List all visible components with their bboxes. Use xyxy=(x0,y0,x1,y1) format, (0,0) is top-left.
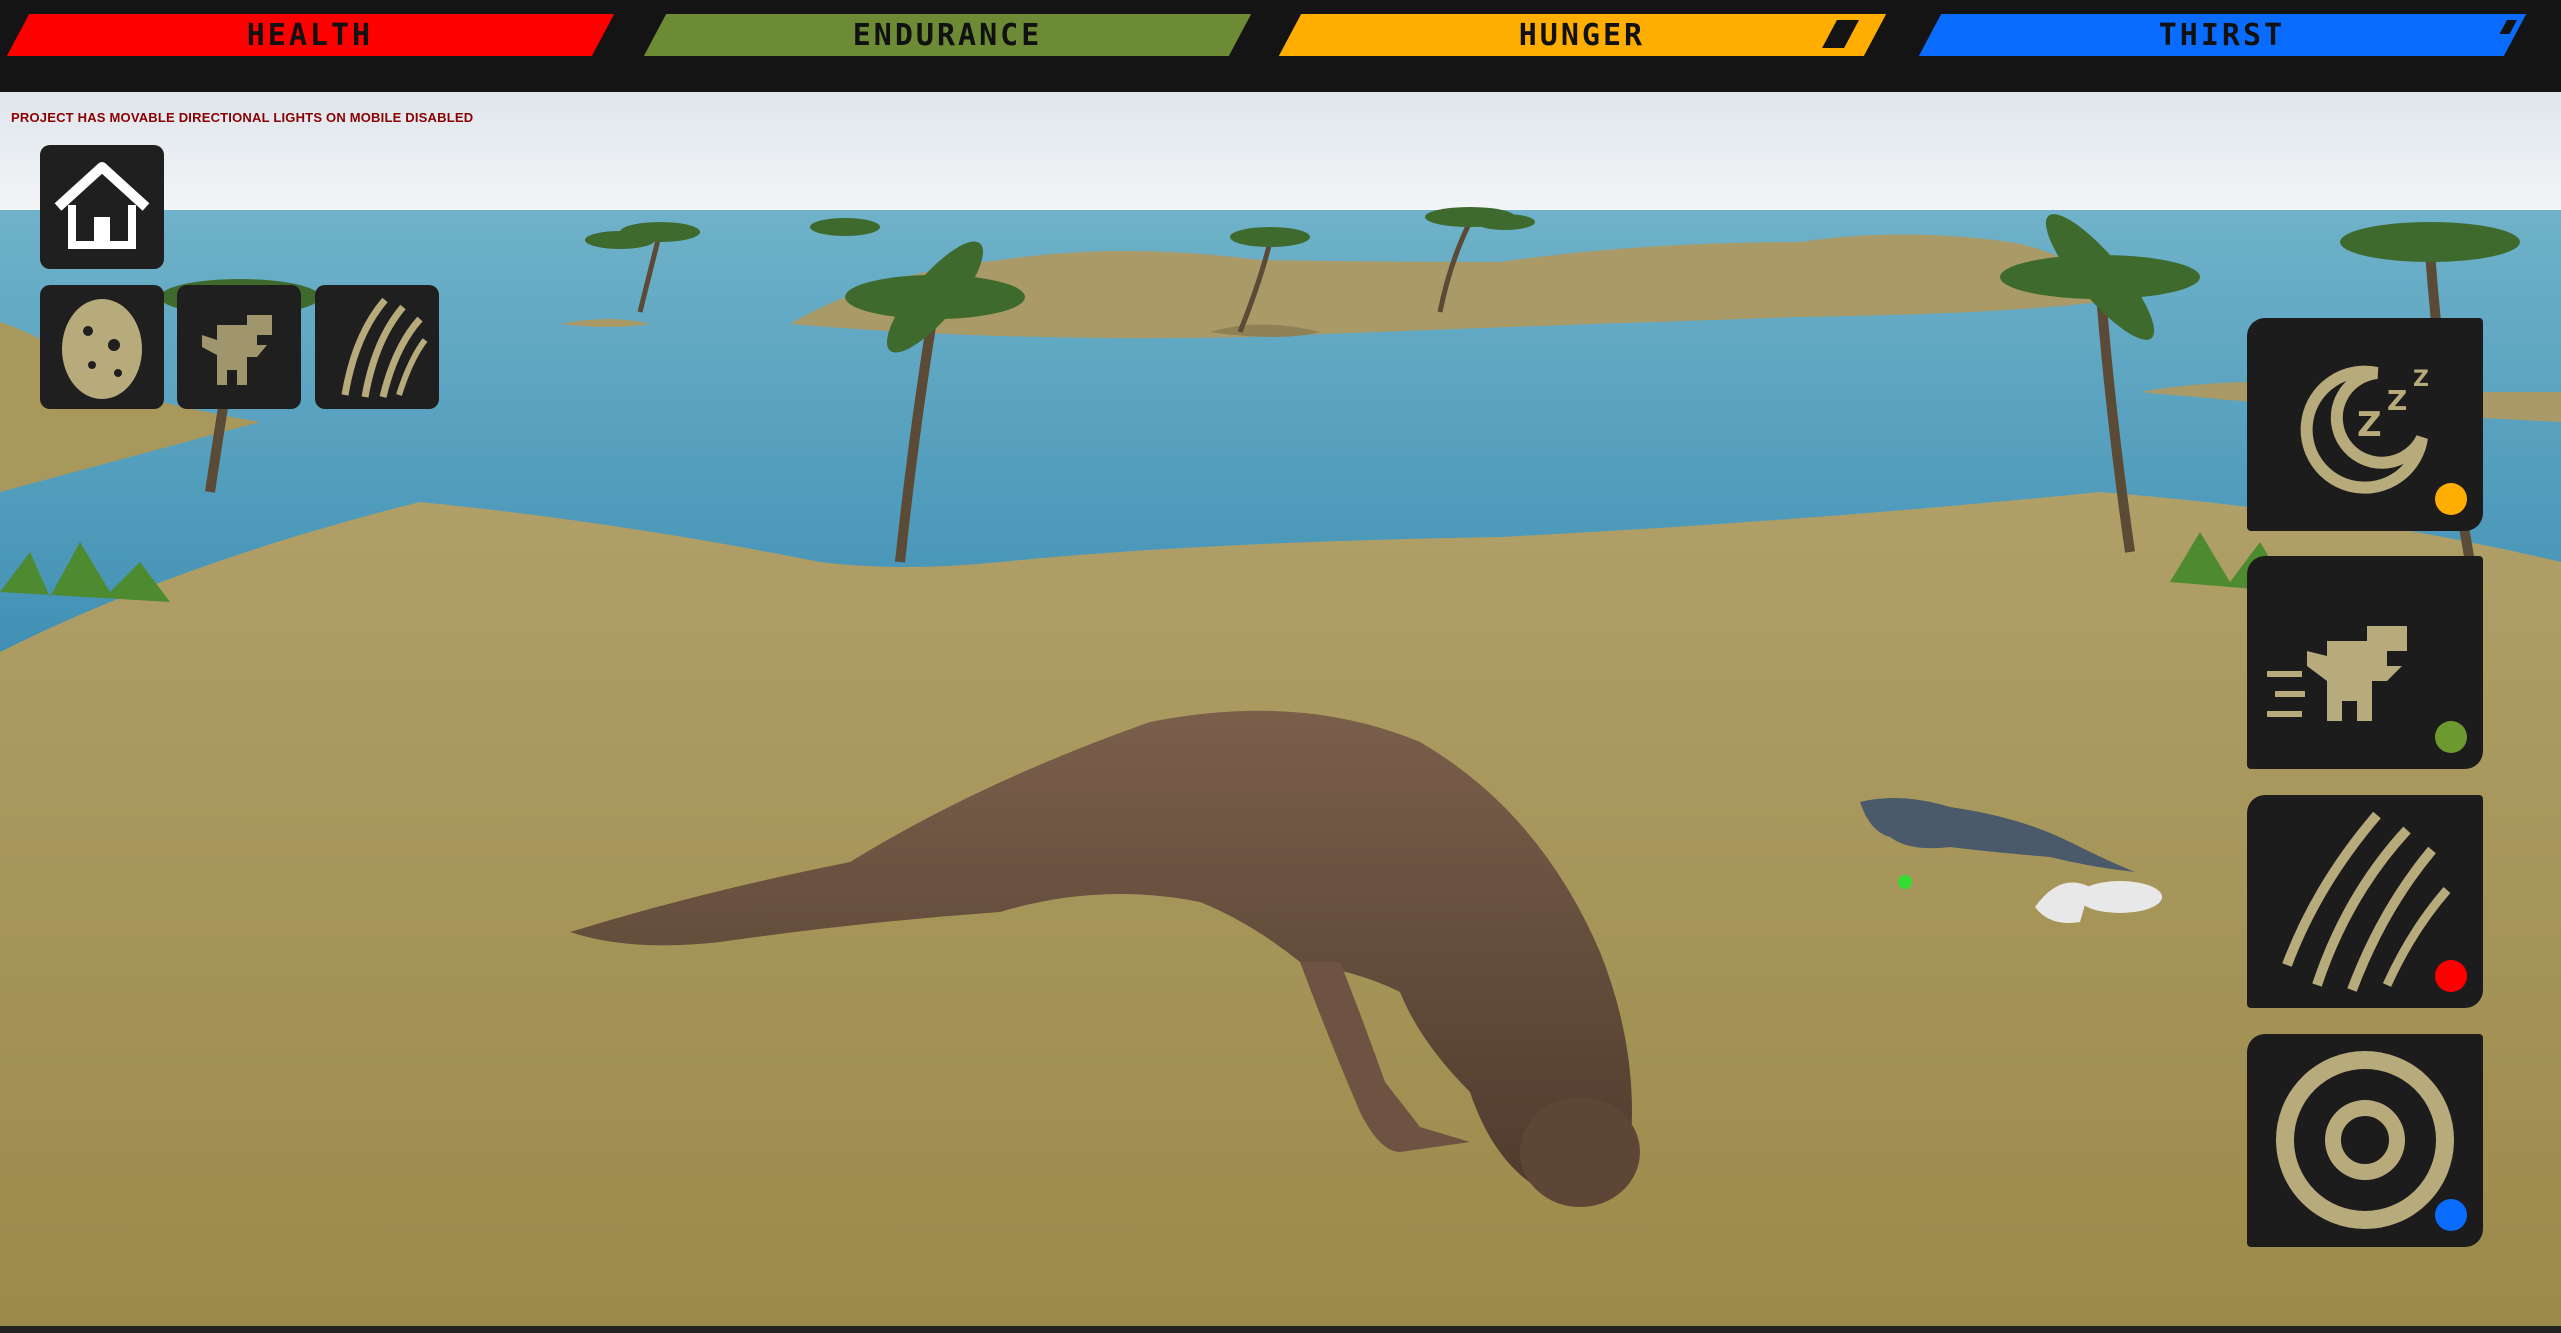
svg-text:Z: Z xyxy=(2413,367,2429,392)
sprint-action-button[interactable] xyxy=(2247,556,2483,769)
claw-button[interactable] xyxy=(315,285,439,409)
thirst-bar-notch xyxy=(2499,20,2517,34)
stat-bar-strip: HEALTH ENDURANCE HUNGER THIRST xyxy=(0,0,2561,92)
endurance-bar: ENDURANCE xyxy=(643,14,1252,56)
sprint-indicator-dot xyxy=(2435,721,2467,753)
egg-button[interactable] xyxy=(40,285,164,409)
health-label: HEALTH xyxy=(247,17,374,53)
hunger-bar: HUNGER xyxy=(1278,14,1887,56)
health-bar: HEALTH xyxy=(6,14,615,56)
svg-text:Z: Z xyxy=(2357,405,2382,445)
claw-icon xyxy=(341,297,428,398)
hunger-label: HUNGER xyxy=(1519,17,1646,53)
hunger-bar-notch xyxy=(1822,20,1859,48)
sleep-indicator-dot xyxy=(2435,483,2467,515)
target-action-button[interactable] xyxy=(2247,1034,2483,1247)
thirst-bar: THIRST xyxy=(1918,14,2527,56)
game-scene xyxy=(0,92,2561,1326)
attack-action-button[interactable] xyxy=(2247,795,2483,1008)
svg-text:Z: Z xyxy=(2387,384,2407,417)
attack-indicator-dot xyxy=(2435,960,2467,992)
dino-run-icon xyxy=(202,315,272,385)
bottom-border xyxy=(0,1326,2561,1333)
sleep-action-button[interactable]: Z Z Z xyxy=(2247,318,2483,531)
home-icon xyxy=(54,162,150,249)
dino-run-button[interactable] xyxy=(177,285,301,409)
egg-icon xyxy=(62,299,142,399)
thirst-label: THIRST xyxy=(2159,17,2286,53)
game-viewport[interactable] xyxy=(0,92,2561,1326)
target-indicator-dot xyxy=(2435,1199,2467,1231)
home-button[interactable] xyxy=(40,145,164,269)
debug-warning-text: PROJECT HAS MOVABLE DIRECTIONAL LIGHTS O… xyxy=(11,110,474,125)
endurance-label: ENDURANCE xyxy=(852,17,1043,53)
